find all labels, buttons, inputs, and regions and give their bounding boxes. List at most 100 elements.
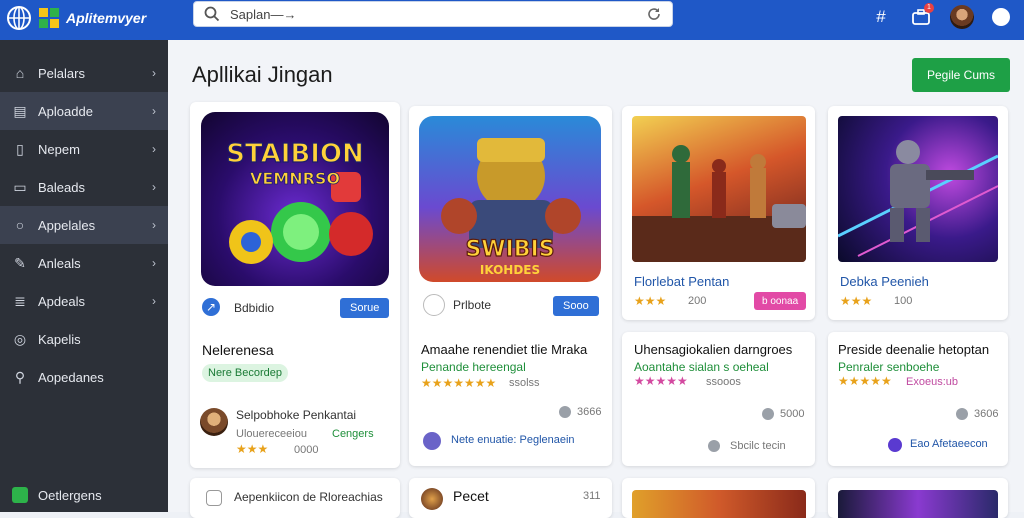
card-tag: Nere Becordep [202, 364, 288, 382]
app-card-2[interactable]: SWIBIS IKOHDES Prlbote Sooo Amaahe renen… [409, 106, 612, 466]
pink-action-button[interactable]: b oonaa [754, 292, 807, 310]
game-thumbnail[interactable] [632, 116, 806, 262]
app-card-10[interactable] [828, 478, 1008, 518]
art-title: SWIBIS [465, 237, 554, 262]
card-action-button[interactable]: Sorue [340, 298, 390, 318]
developer-avatar[interactable] [200, 408, 228, 436]
art-subtitle: IKOHDES [480, 263, 540, 277]
profile-circle-icon[interactable] [992, 8, 1010, 26]
app-card-8[interactable]: Pecet 311 [409, 478, 612, 518]
downloads-icon [762, 408, 774, 420]
card-subtitle: Penande hereengal [421, 360, 526, 374]
rating-stars: ★★★ [634, 294, 667, 308]
game-thumbnail[interactable] [838, 490, 998, 518]
folder-icon: ▭ [13, 178, 27, 195]
refresh-icon[interactable] [646, 6, 662, 22]
sidebar-item-7[interactable]: ◎ Kapelis [0, 320, 168, 358]
game-thumbnail[interactable]: SWIBIS IKOHDES [419, 116, 601, 282]
top-bar: Aplitemvyer # 1 [0, 0, 1024, 40]
sidebar-item-1[interactable]: ▤ Aploadde › [0, 92, 168, 130]
app-card-7[interactable]: Aepenkiicon de Rloreachias [190, 478, 400, 518]
search-input[interactable] [230, 6, 636, 22]
chevron-right-icon: › [152, 256, 156, 270]
rating-stars: ★★★ [236, 442, 269, 456]
downloads-icon [559, 406, 571, 418]
app-card-3[interactable]: Florlebat Pentan ★★★ 200 b oonaa [622, 106, 815, 320]
sidebar-item-label: Kapelis [38, 331, 81, 347]
rating-text: ssooos [706, 376, 741, 388]
avatar[interactable] [950, 5, 974, 29]
game-art [838, 140, 998, 257]
sidebar-item-6[interactable]: ≣ Apdeals › [0, 282, 168, 320]
document-icon: ▯ [16, 140, 24, 157]
apps-icon: ▤ [13, 102, 27, 119]
sidebar-item-3[interactable]: ▭ Baleads › [0, 168, 168, 206]
app-card-1[interactable]: STAIBION VEMNRSO ↗ Bdbidio Sorue Neleren… [190, 102, 400, 468]
card-small-label: Prlbote [453, 298, 492, 312]
sidebar-item-8[interactable]: ⚲ Aopedanes [0, 358, 168, 396]
add-icon[interactable]: ↗ [202, 298, 220, 316]
app-card-6[interactable]: Preside deenalie hetoptan Penraler senbo… [828, 332, 1008, 466]
card-footer: Sbcilc tecin [730, 440, 786, 452]
download-count: 3606 [974, 408, 999, 420]
sidebar-item-label: Baleads [38, 179, 85, 195]
chevron-right-icon: › [152, 294, 156, 308]
rating-stars: ★★★★★★★ [421, 376, 497, 390]
card-title: Debka Peenieh [840, 274, 929, 289]
rating-stars: ★★★ [840, 294, 873, 308]
header-actions: # 1 [870, 3, 1010, 30]
sidebar-item-5[interactable]: ✎ Anleals › [0, 244, 168, 282]
download-count: 3666 [577, 406, 602, 418]
home-icon: ⌂ [15, 65, 25, 81]
app-logo[interactable]: Aplitemvyer [6, 4, 166, 32]
brand-mark-icon [39, 8, 59, 28]
card-action-button[interactable]: Sooo [553, 296, 599, 316]
game-icon [421, 488, 443, 510]
sidebar-item-4[interactable]: ○ Appelales › [0, 206, 168, 244]
search-icon [204, 6, 220, 22]
comment-icon [206, 490, 222, 506]
card-footer[interactable]: Eao Afetaeecon [910, 438, 988, 450]
card-title: Nelerenesa [202, 342, 274, 358]
briefcase-icon[interactable]: 1 [910, 3, 934, 28]
sidebar-item-0[interactable]: ⌂ Pelalars › [0, 54, 168, 92]
edit-icon: ✎ [14, 254, 26, 271]
developer-avatar[interactable] [423, 432, 441, 450]
brand-name: Aplitemvyer [66, 10, 147, 26]
comment-icon[interactable] [423, 294, 445, 316]
app-card-4[interactable]: Debka Peenieh ★★★ 100 [828, 106, 1008, 320]
art-subtitle: VEMNRSO [250, 169, 340, 188]
app-card-9[interactable] [622, 478, 815, 518]
hashtag-icon[interactable]: # [870, 6, 892, 28]
game-art [632, 145, 806, 262]
rating-count: 200 [688, 295, 707, 307]
chevron-right-icon: › [152, 142, 156, 156]
game-thumbnail[interactable] [838, 116, 998, 262]
developer-subtitle: Ulouereceeiou [236, 428, 307, 440]
developer-avatar[interactable] [888, 438, 902, 452]
globe-icon [7, 6, 31, 30]
card-footer[interactable]: Nete enuatie: Peglenaein [451, 434, 575, 446]
sidebar-item-label: Anleals [38, 255, 81, 271]
search-bar[interactable] [193, 1, 673, 27]
primary-action-button[interactable]: Pegile Cums [912, 58, 1010, 92]
card-title: Florlebat Pentan [634, 274, 730, 289]
card-title: Pecet [453, 488, 489, 504]
sidebar-footer-item[interactable]: Oetlergens [0, 478, 168, 512]
game-thumbnail[interactable]: STAIBION VEMNRSO [201, 112, 389, 286]
app-card-5[interactable]: Uhensagiokalien darngroes Aoantahe siala… [622, 332, 815, 466]
rating-text: Exoeus:ub [906, 376, 958, 388]
sidebar-item-label: Aploadde [38, 103, 93, 119]
sidebar: ⌂ Pelalars › ▤ Aploadde › ▯ Nepem › ▭ Ba… [0, 40, 168, 512]
search-icon: ○ [15, 217, 25, 233]
game-thumbnail[interactable] [632, 490, 806, 518]
info-icon [708, 440, 720, 452]
rating-count: 0000 [294, 444, 319, 456]
rating-count: 100 [894, 295, 913, 307]
download-count: 5000 [780, 408, 805, 420]
sidebar-item-2[interactable]: ▯ Nepem › [0, 130, 168, 168]
card-subtitle: Aoantahe sialan s oeheal [634, 360, 769, 374]
card-title: Preside deenalie hetoptan [838, 342, 990, 357]
sidebar-item-label: Appelales [38, 217, 96, 233]
status-square-icon [12, 487, 28, 503]
